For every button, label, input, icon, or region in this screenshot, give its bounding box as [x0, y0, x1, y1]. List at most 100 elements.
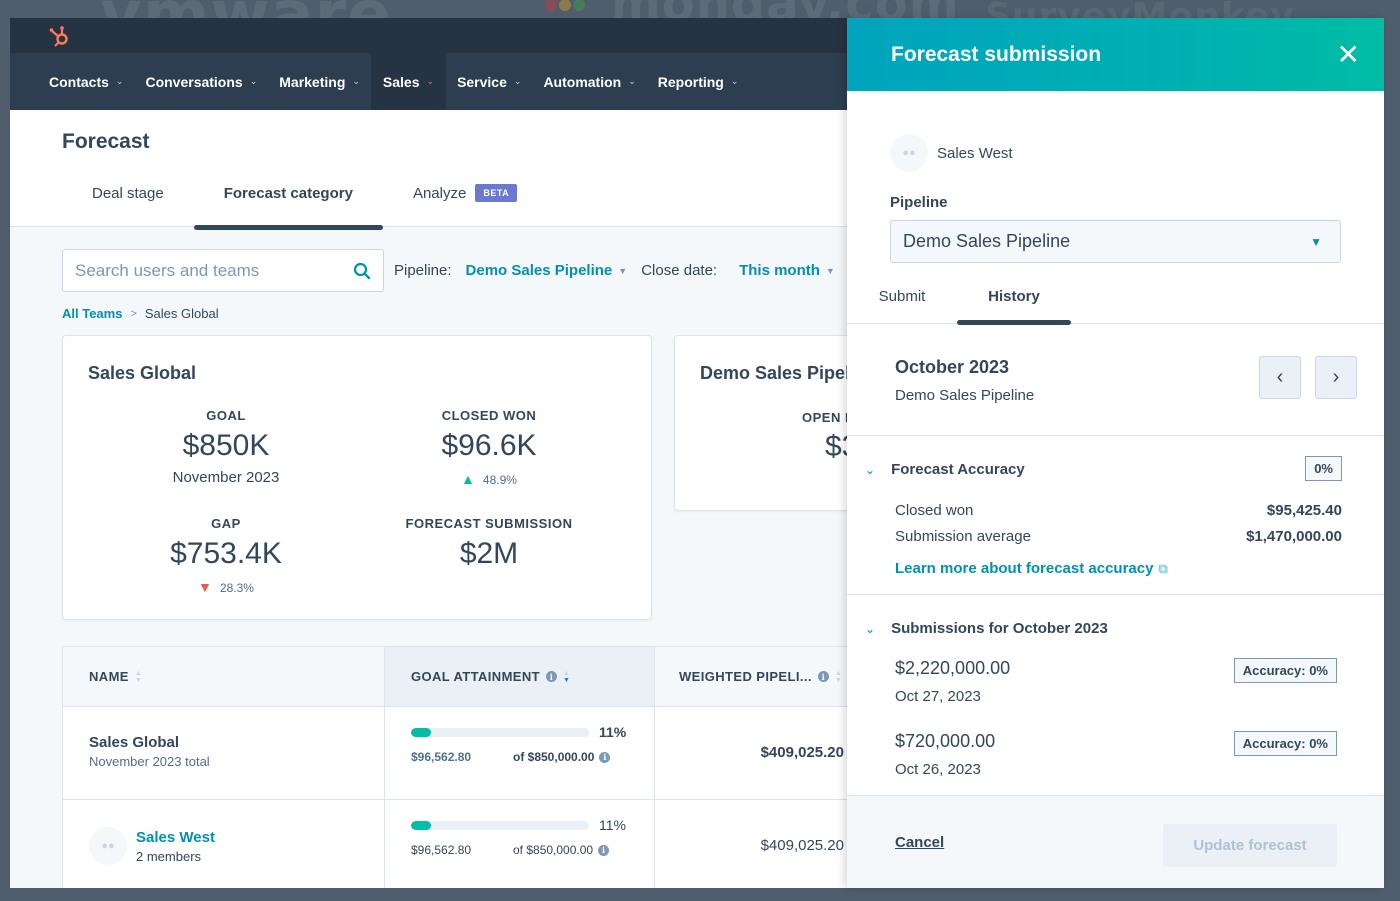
beta-badge: BETA [475, 184, 518, 202]
chevron-right-icon: › [1332, 366, 1340, 388]
next-period-button[interactable]: › [1315, 356, 1357, 399]
submission-date: Oct 27, 2023 [895, 688, 981, 705]
tab-submit[interactable]: Submit [847, 276, 957, 323]
chevron-down-icon: ⌄ [865, 462, 876, 477]
period-header: October 2023 Demo Sales Pipeline ‹ › [847, 324, 1384, 436]
kpi-label: CLOSED WON [441, 408, 537, 423]
period-title: October 2023 [895, 357, 1010, 377]
team-name: Sales West [937, 144, 1013, 162]
tab-analyze[interactable]: Analyze BETA [383, 182, 547, 227]
caret-down-icon: ▼ [618, 266, 628, 277]
search-box [62, 249, 384, 292]
table-row: ●● Sales West 2 members 11% $96,562.80 o… [63, 800, 901, 888]
chevron-down-icon: ⌄ [730, 76, 739, 86]
row-sub: 2 members [136, 848, 202, 864]
forecast-accuracy-toggle[interactable]: ⌄ Forecast Accuracy [865, 461, 1025, 478]
pipeline-card-title: Demo Sales Pipel [700, 363, 851, 383]
chevron-down-icon: ⌄ [426, 76, 435, 86]
attainment-progress-bar [411, 820, 589, 830]
nav-service[interactable]: Service ⌄ [446, 53, 532, 110]
kpi-delta: ▼ 28.3% [198, 579, 254, 595]
submission-item: $720,000.00 Oct 26, 2023 Accuracy: 0% [895, 731, 1337, 778]
chevron-down-icon: ⌄ [628, 76, 636, 86]
kpi-label: OPEN F [802, 410, 854, 425]
kpi-value: $850K [182, 429, 270, 462]
sort-icon: ▲ ▼ [834, 669, 843, 684]
nav-conversations[interactable]: Conversations ⌄ [134, 53, 268, 110]
submission-date: Oct 26, 2023 [895, 761, 981, 778]
submission-accuracy-badge: Accuracy: 0% [1233, 658, 1337, 683]
summary-card: Sales Global GOAL $850K November 2023 CL… [62, 335, 652, 620]
nav-marketing[interactable]: Marketing ⌄ [268, 53, 371, 110]
close-date-filter-dropdown[interactable]: This month ▼ [739, 262, 835, 279]
hubspot-logo-icon[interactable] [48, 24, 72, 48]
nav-contacts[interactable]: Contacts ⌄ [38, 53, 134, 110]
update-forecast-button[interactable]: Update forecast [1163, 824, 1337, 867]
kpi-value: $2M [459, 537, 519, 570]
chevron-down-icon: ⌄ [865, 621, 876, 636]
forecast-table: NAME ▲ ▼ GOAL ATTAINMENT i ▲ ▼ WEIGHTED PIPEL… [62, 646, 902, 888]
close-date-filter-label: Close date: [641, 262, 718, 279]
panel-tabs: Submit History [847, 276, 1384, 325]
attainment-percent: 11% [599, 724, 627, 740]
submissions-toggle[interactable]: ⌄ Submissions for October 2023 [865, 620, 1108, 637]
info-icon[interactable]: i [817, 671, 829, 682]
previous-period-button[interactable]: ‹ [1259, 356, 1301, 399]
sort-icon: ▲ ▼ [563, 669, 571, 684]
closed-amount: $96,562.80 [411, 750, 472, 764]
name-cell: ●● Sales West 2 members [63, 800, 385, 888]
view-tabs: Deal stage Forecast category Analyze BETA [62, 182, 547, 230]
goal-amount: of $850,000.00 i [513, 843, 610, 857]
kpi-value: $753.4K [170, 537, 282, 570]
nav-sales[interactable]: Sales ⌄ [370, 53, 447, 110]
row-sub: November 2023 total [89, 754, 210, 769]
kpi-gap: GAP $753.4K ▼ 28.3% [96, 516, 356, 595]
external-link-icon: ⧉ [1158, 560, 1168, 576]
info-icon[interactable]: i [598, 844, 610, 856]
attainment-progress-fill [411, 820, 431, 830]
closed-won-row: Closed won $95,425.40 [895, 502, 1342, 519]
period-subtitle: Demo Sales Pipeline [895, 387, 1035, 404]
panel-header: Forecast submission ✕ [847, 18, 1384, 91]
learn-more-link[interactable]: Learn more about forecast accuracy ⧉ [895, 560, 1168, 577]
sort-icon: ▲ ▼ [134, 669, 143, 684]
goal-attainment-cell: 11% $96,562.80 of $850,000.00 i [385, 800, 655, 888]
table-header: NAME ▲ ▼ GOAL ATTAINMENT i ▲ ▼ WEIGHTED PIPEL… [63, 647, 901, 707]
tab-deal-stage[interactable]: Deal stage [62, 182, 194, 227]
pipeline-select[interactable]: Demo Sales Pipeline ▼ [890, 220, 1341, 263]
attainment-progress-bar [411, 727, 589, 737]
triangle-up-icon: ▲ [461, 471, 475, 487]
nav-automation[interactable]: Automation ⌄ [532, 53, 646, 110]
kpi-label: GAP [211, 516, 241, 531]
submission-item: $2,220,000.00 Oct 27, 2023 Accuracy: 0% [895, 658, 1337, 705]
nav-reporting[interactable]: Reporting ⌄ [647, 53, 750, 110]
row-name: Sales Global [89, 734, 180, 751]
cancel-button[interactable]: Cancel [895, 834, 944, 851]
info-icon[interactable]: i [599, 751, 611, 763]
caret-down-icon: ▼ [1310, 234, 1322, 249]
kpi-label: FORECAST SUBMISSION [405, 516, 573, 531]
page-title: Forecast [62, 130, 150, 153]
panel-footer: Cancel Update forecast [847, 795, 1384, 888]
breadcrumb-all-teams[interactable]: All Teams [62, 306, 122, 321]
tab-history[interactable]: History [957, 276, 1071, 325]
weighted-cell: $409,025.20 [655, 707, 855, 799]
search-input[interactable] [75, 260, 335, 281]
column-header-name[interactable]: NAME ▲ ▼ [63, 647, 385, 706]
pipeline-filter-dropdown[interactable]: Demo Sales Pipeline ▼ [466, 262, 628, 279]
submission-average-row: Submission average $1,470,000.00 [895, 528, 1342, 545]
column-header-weighted-pipeline[interactable]: WEIGHTED PIPELI... i ▲ ▼ [655, 647, 855, 706]
team-info: ●● Sales West [890, 134, 1013, 172]
kpi-goal: GOAL $850K November 2023 [96, 408, 356, 486]
pipeline-filter-label: Pipeline: [394, 262, 452, 279]
kpi-value: $96.6K [441, 429, 537, 462]
tab-forecast-category[interactable]: Forecast category [193, 182, 384, 230]
team-link[interactable]: Sales West [136, 829, 215, 846]
submissions-section: ⌄ Submissions for October 2023 $2,220,00… [847, 595, 1384, 795]
close-icon[interactable]: ✕ [1337, 40, 1360, 69]
search-icon[interactable] [353, 262, 371, 280]
forecast-accuracy-section: ⌄ Forecast Accuracy 0% Closed won $95,42… [847, 436, 1384, 595]
column-header-goal-attainment[interactable]: GOAL ATTAINMENT i ▲ ▼ [385, 647, 655, 706]
info-icon[interactable]: i [546, 671, 558, 682]
closed-amount: $96,562.80 [411, 843, 472, 857]
